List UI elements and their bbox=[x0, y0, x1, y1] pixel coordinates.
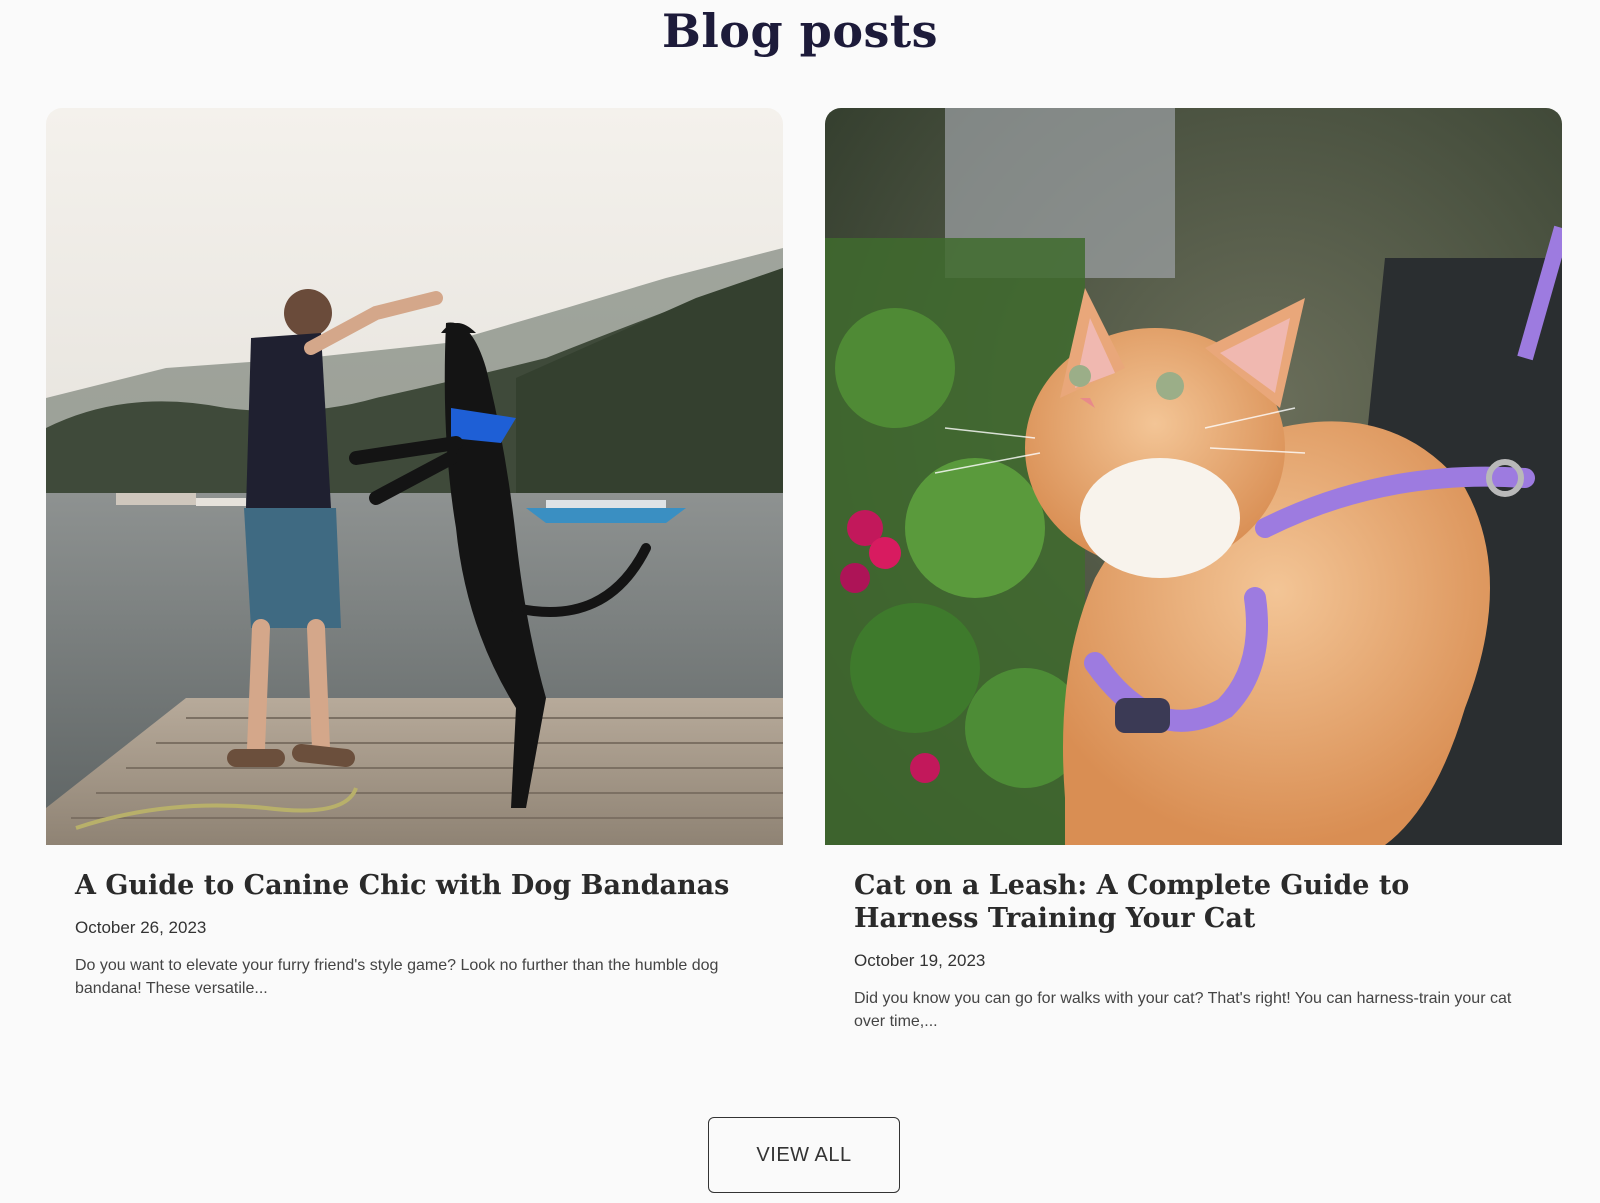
post-title[interactable]: Cat on a Leash: A Complete Guide to Harn… bbox=[854, 869, 1534, 935]
dog-photo-illustration bbox=[46, 108, 783, 845]
post-date: October 26, 2023 bbox=[75, 918, 207, 937]
blog-post-card: Cat on a Leash: A Complete Guide to Harn… bbox=[825, 108, 1562, 1033]
post-excerpt: Do you want to elevate your furry friend… bbox=[75, 957, 719, 997]
post-image-cat[interactable] bbox=[825, 108, 1562, 845]
post-date: October 19, 2023 bbox=[854, 951, 986, 970]
post-image-dog[interactable] bbox=[46, 108, 783, 845]
blog-post-card: A Guide to Canine Chic with Dog Bandanas… bbox=[46, 108, 783, 1000]
view-all-button[interactable]: VIEW ALL bbox=[708, 1117, 900, 1193]
cat-photo-illustration bbox=[825, 108, 1562, 845]
section-title: Blog posts bbox=[661, 4, 939, 58]
post-title[interactable]: A Guide to Canine Chic with Dog Bandanas bbox=[75, 869, 755, 902]
post-excerpt: Did you know you can go for walks with y… bbox=[854, 990, 1512, 1030]
